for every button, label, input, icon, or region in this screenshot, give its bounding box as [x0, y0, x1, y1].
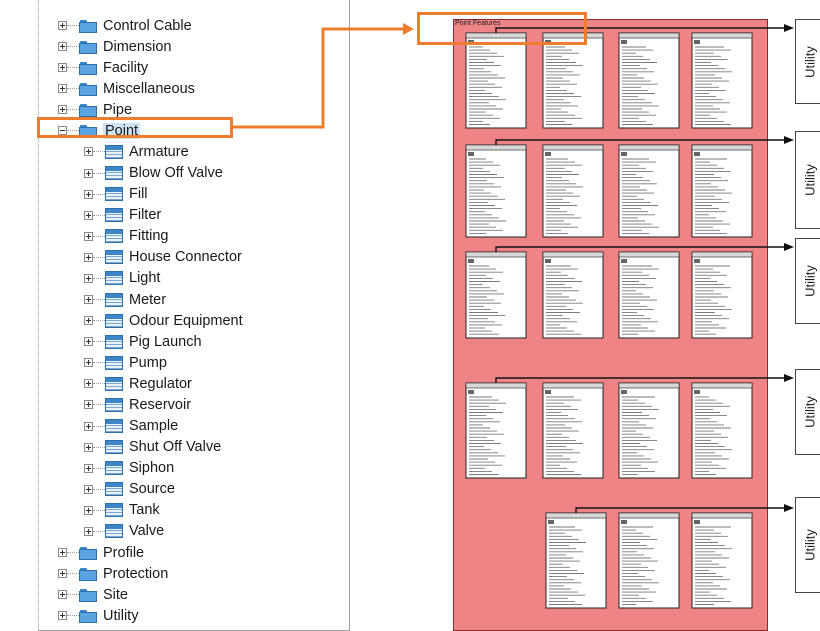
utility-label: Utility: [802, 164, 818, 196]
diagram-table-header: [545, 512, 607, 519]
diagram-table-header: [618, 144, 680, 151]
diagram-table-header: [465, 382, 527, 389]
diagram-table-header: [691, 382, 753, 389]
relationship-arrowhead: [784, 374, 794, 382]
diagram-table-icon: [621, 259, 627, 263]
relationship-line: [495, 139, 785, 145]
diagram-table-icon: [621, 40, 627, 44]
diagram-table-icon: [545, 390, 551, 394]
utility-box: Utility: [795, 238, 820, 324]
relationship-arrowhead: [784, 504, 794, 512]
diagram-table-icon: [621, 390, 627, 394]
utility-label: Utility: [802, 396, 818, 428]
diagram-table-icon: [468, 390, 474, 394]
relationship-line: [575, 507, 785, 513]
diagram-table-header: [465, 144, 527, 151]
diagram-table-icon: [694, 40, 700, 44]
diagram-table-header: [542, 251, 604, 258]
utility-box: Utility: [795, 131, 820, 229]
diagram-table-icon: [548, 520, 554, 524]
diagram-table-icon: [468, 152, 474, 156]
diagram-table-header: [618, 32, 680, 39]
diagram-table-header: [691, 512, 753, 519]
diagram-title-highlight-box: [417, 12, 587, 45]
diagram-table-icon: [545, 152, 551, 156]
diagram-table-header: [542, 382, 604, 389]
diagram-table-header: [618, 251, 680, 258]
diagram-table-header: [465, 251, 527, 258]
diagram-table-header: [618, 512, 680, 519]
utility-box: Utility: [795, 19, 820, 104]
diagram-table-icon: [694, 259, 700, 263]
diagram-table-icon: [545, 259, 551, 263]
diagram-table-icon: [621, 152, 627, 156]
relationship-line: [495, 246, 785, 252]
diagram-tables: [465, 24, 794, 609]
diagram-table-icon: [468, 259, 474, 263]
utility-box: Utility: [795, 497, 820, 593]
diagram-table-icon: [621, 520, 627, 524]
relationship-line: [495, 377, 785, 383]
diagram-table-icon: [694, 520, 700, 524]
utility-label: Utility: [802, 265, 818, 297]
relationship-arrowhead: [784, 243, 794, 251]
diagram-table-header: [691, 32, 753, 39]
diagram-table-header: [691, 144, 753, 151]
relationship-arrowhead: [784, 24, 794, 32]
diagram-table-header: [618, 382, 680, 389]
diagram-table-header: [542, 144, 604, 151]
utility-label: Utility: [802, 45, 818, 78]
utility-label: Utility: [802, 529, 818, 561]
utility-box: Utility: [795, 369, 820, 455]
diagram-table-header: [691, 251, 753, 258]
diagram-table-icon: [694, 390, 700, 394]
relationship-arrowhead: [784, 136, 794, 144]
diagram-table-icon: [694, 152, 700, 156]
